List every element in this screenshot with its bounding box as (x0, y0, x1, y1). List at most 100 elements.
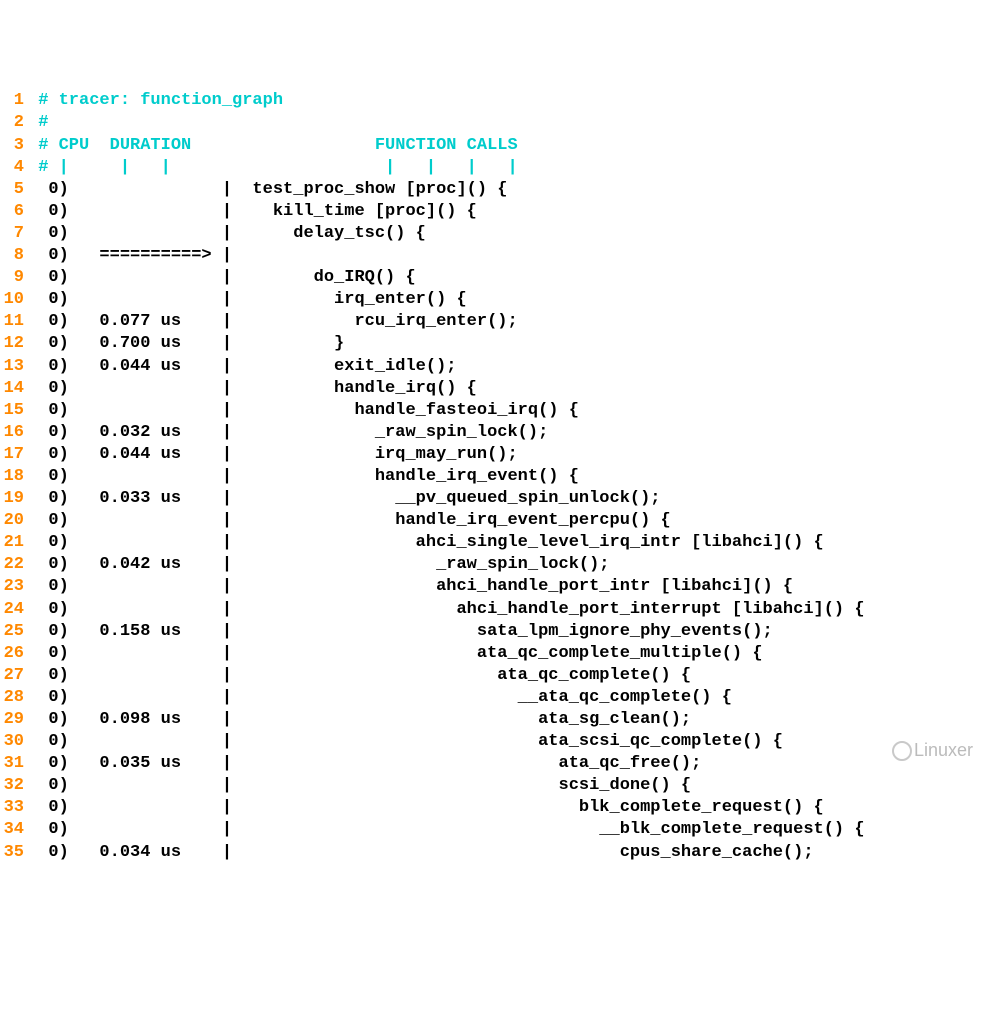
line-content: 0) 0.033 us | __pv_queued_spin_unlock(); (28, 488, 661, 510)
line-content: 0) 0.044 us | irq_may_run(); (28, 444, 518, 466)
line-number: 2 (0, 112, 28, 134)
line-content: 0) | kill_time [proc]() { (28, 201, 477, 223)
line-number: 21 (0, 532, 28, 554)
line-content: 0) | __blk_complete_request() { (28, 819, 865, 841)
trace-line: 12 0) 0.700 us | } (0, 333, 991, 355)
trace-line: 7 0) | delay_tsc() { (0, 223, 991, 245)
line-number: 8 (0, 245, 28, 267)
trace-line: 2 # (0, 112, 991, 134)
line-number: 24 (0, 599, 28, 621)
line-number: 19 (0, 488, 28, 510)
line-number: 18 (0, 466, 28, 488)
line-content: 0) 0.700 us | } (28, 333, 344, 355)
trace-line: 20 0) | handle_irq_event_percpu() { (0, 510, 991, 532)
line-number: 9 (0, 267, 28, 289)
trace-output: 1 # tracer: function_graph2 #3 # CPU DUR… (0, 90, 991, 863)
trace-line: 17 0) 0.044 us | irq_may_run(); (0, 444, 991, 466)
trace-line: 13 0) 0.044 us | exit_idle(); (0, 356, 991, 378)
line-content: 0) | ata_scsi_qc_complete() { (28, 731, 783, 753)
line-number: 22 (0, 554, 28, 576)
line-content: 0) 0.098 us | ata_sg_clean(); (28, 709, 691, 731)
trace-line: 10 0) | irq_enter() { (0, 289, 991, 311)
line-number: 28 (0, 687, 28, 709)
line-number: 33 (0, 797, 28, 819)
line-number: 14 (0, 378, 28, 400)
line-content: 0) | ahci_handle_port_interrupt [libahci… (28, 599, 865, 621)
trace-line: 27 0) | ata_qc_complete() { (0, 665, 991, 687)
trace-line: 3 # CPU DURATION FUNCTION CALLS (0, 135, 991, 157)
watermark-text: Linuxer (914, 740, 973, 760)
trace-line: 35 0) 0.034 us | cpus_share_cache(); (0, 842, 991, 864)
trace-line: 19 0) 0.033 us | __pv_queued_spin_unlock… (0, 488, 991, 510)
trace-line: 25 0) 0.158 us | sata_lpm_ignore_phy_eve… (0, 621, 991, 643)
trace-line: 1 # tracer: function_graph (0, 90, 991, 112)
trace-line: 18 0) | handle_irq_event() { (0, 466, 991, 488)
line-number: 12 (0, 333, 28, 355)
line-number: 4 (0, 157, 28, 179)
line-content: 0) | handle_fasteoi_irq() { (28, 400, 579, 422)
trace-line: 33 0) | blk_complete_request() { (0, 797, 991, 819)
line-content: 0) | handle_irq_event_percpu() { (28, 510, 671, 532)
line-content: # (28, 112, 48, 134)
line-number: 35 (0, 842, 28, 864)
line-content: 0) | ahci_single_level_irq_intr [libahci… (28, 532, 824, 554)
trace-line: 29 0) 0.098 us | ata_sg_clean(); (0, 709, 991, 731)
line-number: 32 (0, 775, 28, 797)
line-content: 0) | handle_irq() { (28, 378, 477, 400)
line-content: # CPU DURATION FUNCTION CALLS (28, 135, 518, 157)
line-number: 1 (0, 90, 28, 112)
line-number: 26 (0, 643, 28, 665)
line-number: 20 (0, 510, 28, 532)
trace-line: 28 0) | __ata_qc_complete() { (0, 687, 991, 709)
line-number: 6 (0, 201, 28, 223)
line-content: 0) | ahci_handle_port_intr [libahci]() { (28, 576, 793, 598)
trace-line: 14 0) | handle_irq() { (0, 378, 991, 400)
line-content: # | | | | | | | (28, 157, 518, 179)
trace-line: 23 0) | ahci_handle_port_intr [libahci](… (0, 576, 991, 598)
line-content: 0) 0.032 us | _raw_spin_lock(); (28, 422, 548, 444)
line-content: 0) | test_proc_show [proc]() { (28, 179, 507, 201)
line-content: 0) 0.077 us | rcu_irq_enter(); (28, 311, 518, 333)
trace-line: 32 0) | scsi_done() { (0, 775, 991, 797)
line-content: 0) 0.042 us | _raw_spin_lock(); (28, 554, 610, 576)
trace-line: 9 0) | do_IRQ() { (0, 267, 991, 289)
line-content: 0) | handle_irq_event() { (28, 466, 579, 488)
line-content: # tracer: function_graph (28, 90, 283, 112)
line-number: 3 (0, 135, 28, 157)
watermark-icon (892, 741, 912, 761)
line-content: 0) | scsi_done() { (28, 775, 691, 797)
line-content: 0) 0.034 us | cpus_share_cache(); (28, 842, 814, 864)
line-number: 23 (0, 576, 28, 598)
trace-line: 31 0) 0.035 us | ata_qc_free(); (0, 753, 991, 775)
trace-line: 24 0) | ahci_handle_port_interrupt [liba… (0, 599, 991, 621)
line-number: 15 (0, 400, 28, 422)
trace-line: 15 0) | handle_fasteoi_irq() { (0, 400, 991, 422)
line-number: 16 (0, 422, 28, 444)
trace-line: 21 0) | ahci_single_level_irq_intr [liba… (0, 532, 991, 554)
line-number: 25 (0, 621, 28, 643)
line-content: 0) 0.035 us | ata_qc_free(); (28, 753, 701, 775)
trace-line: 11 0) 0.077 us | rcu_irq_enter(); (0, 311, 991, 333)
line-number: 10 (0, 289, 28, 311)
line-number: 5 (0, 179, 28, 201)
line-number: 11 (0, 311, 28, 333)
line-content: 0) | ata_qc_complete_multiple() { (28, 643, 763, 665)
line-number: 27 (0, 665, 28, 687)
trace-line: 34 0) | __blk_complete_request() { (0, 819, 991, 841)
trace-line: 22 0) 0.042 us | _raw_spin_lock(); (0, 554, 991, 576)
line-number: 7 (0, 223, 28, 245)
line-content: 0) | do_IRQ() { (28, 267, 416, 289)
line-content: 0) 0.158 us | sata_lpm_ignore_phy_events… (28, 621, 773, 643)
line-content: 0) | __ata_qc_complete() { (28, 687, 732, 709)
watermark: Linuxer (882, 715, 973, 762)
line-content: 0) | ata_qc_complete() { (28, 665, 691, 687)
trace-line: 5 0) | test_proc_show [proc]() { (0, 179, 991, 201)
trace-line: 16 0) 0.032 us | _raw_spin_lock(); (0, 422, 991, 444)
trace-line: 4 # | | | | | | | (0, 157, 991, 179)
trace-line: 30 0) | ata_scsi_qc_complete() { (0, 731, 991, 753)
line-number: 17 (0, 444, 28, 466)
trace-line: 8 0) ==========> | (0, 245, 991, 267)
line-number: 13 (0, 356, 28, 378)
line-content: 0) | delay_tsc() { (28, 223, 426, 245)
line-content: 0) ==========> | (28, 245, 232, 267)
